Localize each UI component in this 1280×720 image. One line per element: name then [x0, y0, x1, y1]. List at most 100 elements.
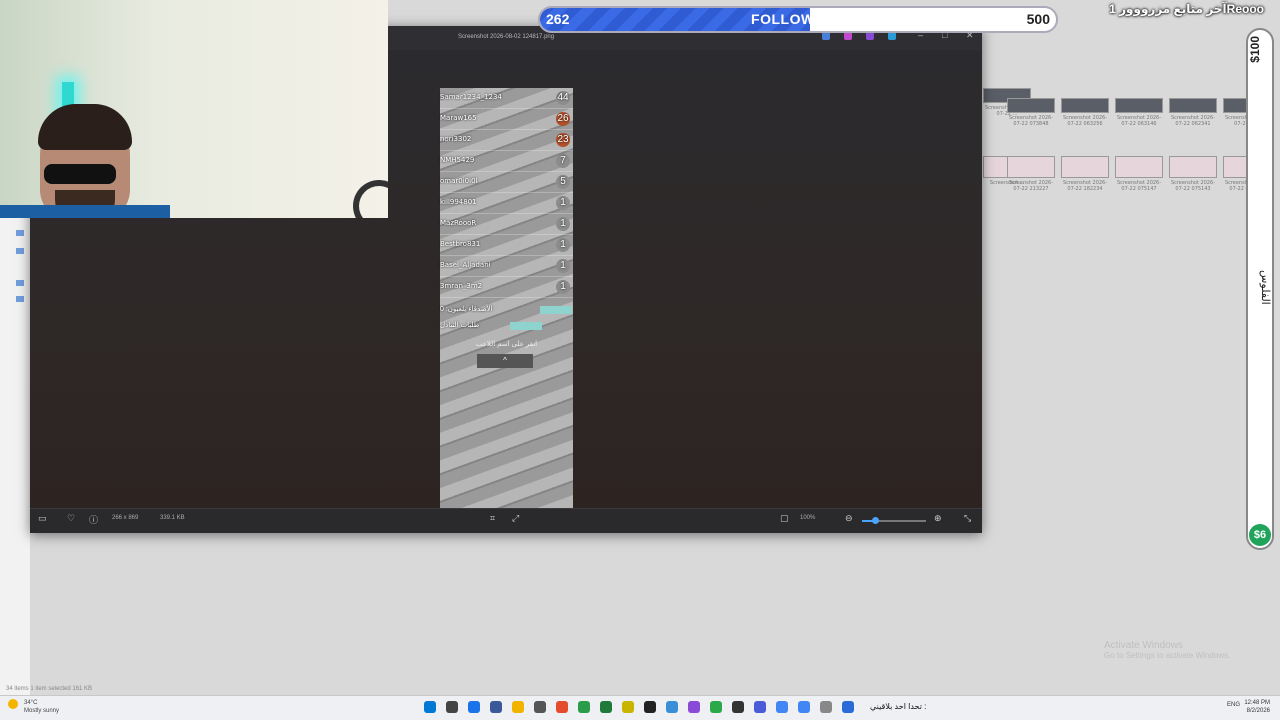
donation-goal-bar: $100 الفلوس $6: [1246, 28, 1274, 550]
drive-icon[interactable]: [16, 296, 24, 302]
player-count: 7: [556, 154, 570, 168]
app-icon[interactable]: [534, 701, 546, 713]
crop-icon[interactable]: ⌗: [490, 513, 495, 524]
app-icon[interactable]: [732, 701, 744, 713]
folder-icon[interactable]: [16, 230, 24, 236]
filmstrip-icon[interactable]: ▭: [38, 513, 47, 524]
donation-goal: $100: [1248, 36, 1262, 63]
image-size: 339.1 KB: [160, 515, 185, 521]
drive-icon[interactable]: [16, 280, 24, 286]
player-count: 1: [556, 259, 570, 273]
clock-time: 12:48 PM: [1244, 700, 1270, 706]
app-icon[interactable]: [688, 701, 700, 713]
leaderboard-row: MazRoooR 1: [440, 214, 573, 235]
leaderboard-row: Bestbro831 1: [440, 235, 573, 256]
weather-temp: 34°C: [24, 700, 38, 706]
folder-icon[interactable]: [512, 701, 524, 713]
excel-icon[interactable]: [600, 701, 612, 713]
file-item[interactable]: Screenshot 2026-07-22 075147: [1114, 156, 1164, 192]
file-item[interactable]: Screenshot 2026-07-22 073848: [1006, 98, 1056, 127]
file-item[interactable]: Screenshot 2026-07-22 063146: [1114, 98, 1164, 127]
zoom-in-icon[interactable]: ⊕: [934, 513, 942, 524]
player-count: 26: [556, 112, 570, 126]
player-name: Samar1234_1234: [440, 93, 502, 101]
webcam-overlay: [0, 0, 388, 218]
latest-follower-text: آخر متابع مزرووور 1Reooo: [1109, 2, 1264, 16]
player-count: 44: [556, 91, 570, 105]
file-name: Screenshot 2026-07-22 063256: [1062, 115, 1108, 127]
fit-window-icon[interactable]: ▢: [780, 513, 789, 524]
rotate-icon[interactable]: ⤢: [512, 513, 519, 524]
leaderboard-row: kill994801 1: [440, 193, 573, 214]
friends-bar: [540, 306, 572, 314]
file-item[interactable]: Screenshot 2026-07-22 063256: [1060, 98, 1110, 127]
file-name: Screenshot 2026-07-22 073848: [1008, 115, 1054, 127]
image-thumbnail: [1169, 156, 1217, 178]
app-icon[interactable]: [754, 701, 766, 713]
image-thumbnail: [1007, 98, 1055, 113]
file-name: Screenshot 2026-07-22 075143: [1170, 180, 1216, 192]
leaderboard-row: omar0i0i0l 5: [440, 172, 573, 193]
zoom-out-icon[interactable]: ⊖: [845, 513, 853, 524]
follower-goal-bar: 262 FOLLOWERS 500: [538, 6, 1058, 33]
file-item[interactable]: Screenshot 2026-07-22 182234: [1060, 156, 1110, 192]
file-title: Screenshot 2026-08-02 124817.png: [458, 34, 555, 40]
edit-icon[interactable]: [822, 32, 830, 40]
player-name: nori3302: [440, 135, 472, 143]
google-icon[interactable]: [776, 701, 788, 713]
collapse-button: ^: [477, 354, 533, 368]
clock-date: 8/2/2026: [1246, 708, 1270, 714]
zoom-level[interactable]: 100%: [800, 515, 815, 521]
leaderboard-row: Maraw165 26: [440, 109, 573, 130]
fullscreen-icon[interactable]: ⤡: [964, 513, 971, 524]
language-indicator[interactable]: ENG: [1227, 702, 1240, 708]
app-icon[interactable]: [710, 701, 722, 713]
app-icon[interactable]: [820, 701, 832, 713]
ai-icon[interactable]: [866, 32, 874, 40]
file-item[interactable]: Screenshot 2026-07-22 075143: [1168, 156, 1218, 192]
google-icon[interactable]: [798, 701, 810, 713]
file-item[interactable]: Screenshot 2026-07-22 213227: [1006, 156, 1056, 192]
image-thumbnail: [1169, 98, 1217, 113]
file-name: Screenshot 2026-07-22 213227: [1008, 180, 1054, 192]
brave-icon[interactable]: [556, 701, 568, 713]
chrome-icon[interactable]: [578, 701, 590, 713]
leaderboard-image: Samar1234_1234 44 Maraw165 26 nori3302 23 N…: [440, 88, 573, 521]
folder-icon[interactable]: [16, 248, 24, 254]
file-name: Screenshot 2026-07-22 075147: [1116, 180, 1162, 192]
search-icon[interactable]: [446, 701, 458, 713]
paint-icon[interactable]: [844, 32, 852, 40]
player-count: 23: [556, 133, 570, 147]
image-thumbnail: [1061, 156, 1109, 178]
app-icon[interactable]: [666, 701, 678, 713]
zoom-slider[interactable]: [862, 517, 926, 524]
leaderboard-row: Samar1234_1234 44: [440, 88, 573, 109]
player-count: 1: [556, 217, 570, 231]
leaderboard-row: nori3302 23: [440, 130, 573, 151]
file-item[interactable]: Screenshot 2026-07-22 062341: [1168, 98, 1218, 127]
app-icon[interactable]: [842, 701, 854, 713]
click-hint: انقر على اسم اللاعب: [475, 341, 538, 348]
app-icon[interactable]: [490, 701, 502, 713]
image-thumbnail: [1115, 156, 1163, 178]
taskbar: 34°C Mostly sunny تحدا احد بلاقيني : ENG…: [0, 695, 1280, 720]
edge-icon[interactable]: [468, 701, 480, 713]
follower-goal: 500: [1026, 11, 1050, 27]
favorite-icon[interactable]: ♡: [67, 513, 75, 524]
info-icon[interactable]: ⓘ: [89, 513, 98, 526]
sunglasses: [44, 164, 116, 184]
clock[interactable]: 12:48 PM 8/2/2026: [1244, 699, 1270, 715]
zoom-slider-knob[interactable]: [871, 517, 879, 524]
follower-label: FOLLOWERS: [751, 11, 845, 27]
leaderboard-row: 3mran_3m2 1: [440, 277, 573, 298]
start-icon[interactable]: [424, 701, 436, 713]
leaderboard-row: NMH5429 7: [440, 151, 573, 172]
player-name: MazRoooR: [440, 219, 477, 227]
player-name: Bestbro831: [440, 240, 481, 248]
player-count: 1: [556, 238, 570, 252]
app-icon[interactable]: [622, 701, 634, 713]
activate-title: Activate Windows: [1104, 640, 1183, 651]
cloud-icon[interactable]: [888, 32, 896, 40]
player-name: 3mran_3m2: [440, 282, 483, 290]
app-icon[interactable]: [644, 701, 656, 713]
